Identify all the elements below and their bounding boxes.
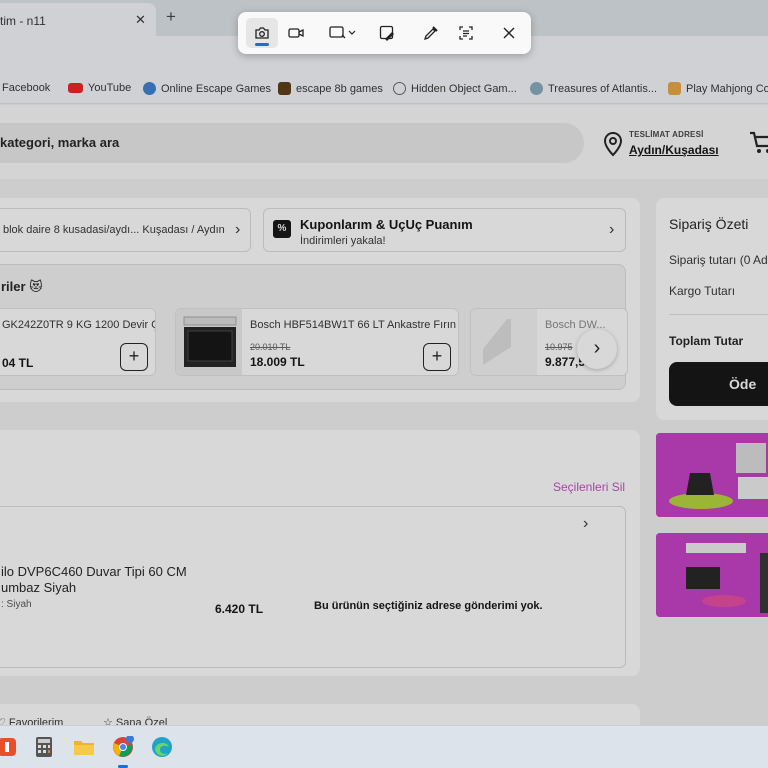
promo-banner-image [656,433,768,517]
new-tab-button[interactable]: + [166,7,176,27]
bookmark-hidden-object[interactable]: Hidden Object Gam... [393,82,517,95]
bookmark-label: YouTube [88,82,132,94]
delivery-label: TESLİMAT ADRESİ [629,130,704,139]
text-extract-icon [459,26,473,40]
basket-card: Seçilenleri Sil › ilo DVP6C460 Duvar Tip… [0,430,640,676]
summary-divider [669,314,768,315]
bookmark-mahjong[interactable]: Play Mahjong Co [668,82,768,95]
search-icon [393,82,406,95]
cart-icon[interactable] [748,129,768,155]
snip-shape-dropdown[interactable] [326,18,360,48]
product-old-price: 20.010 TL [250,342,291,352]
order-amount-label: Sipariş tutarı (0 Ad [669,253,768,267]
chevron-right-icon: › [235,221,241,238]
item-shipping-warning: Bu ürünün seçtiğiniz adrese gönderimi yo… [314,600,543,612]
promo-banner-image [656,533,768,617]
product-old-price: 10.975 [545,342,573,352]
address-text: blok daire 8 kusadasi/aydı... Kuşadası /… [3,224,225,236]
bookmark-youtube[interactable]: YouTube [68,82,131,94]
search-placeholder: kategori, marka ara [0,135,120,150]
product-name: Bosch HBF514BW1T 66 LT Ankastre Fırın [250,319,457,331]
coupons-subtitle: İndirimleri yakala! [300,235,386,247]
promo-banner[interactable] [656,433,768,517]
coupons-box[interactable]: % Kuponlarım & UçUç Puanım İndirimleri y… [263,208,626,252]
snip-edit-button[interactable] [371,18,403,48]
summary-title: Sipariş Özeti [669,216,749,232]
camera-icon [255,27,269,39]
add-to-cart-button[interactable]: + [120,343,148,371]
percent-icon: % [273,220,291,238]
product-price: 18.009 TL [250,355,305,369]
screenshot-mode-button[interactable] [246,18,278,48]
bookmark-label: Hidden Object Gam... [411,82,517,95]
bookmarks-bar: Facebook YouTube Online Escape Games esc… [0,74,768,104]
tab-title: tim - n11 [0,14,46,28]
browser-tab[interactable]: tim - n11 ✕ [0,3,156,36]
site-header: kategori, marka ara TESLİMAT ADRESİ Aydı… [0,105,768,179]
delete-selected-link[interactable]: Seçilenleri Sil [553,480,625,494]
edge-icon[interactable] [151,736,173,758]
image-edit-icon [379,25,394,41]
rectangle-snip-icon [329,26,356,39]
bookmark-treasures[interactable]: Treasures of Atlantis... [530,82,657,95]
add-to-cart-button[interactable]: + [423,343,451,371]
bookmark-label: escape 8b games [296,82,383,95]
chevron-right-icon[interactable]: › [583,515,588,533]
total-label: Toplam Tutar [669,334,744,348]
delivery-address-box[interactable]: blok daire 8 kusadasi/aydı... Kuşadası /… [0,208,251,252]
text-actions-button[interactable] [450,18,482,48]
hood-image [471,309,537,375]
close-snip-button[interactable] [493,18,525,48]
bookmark-label: Facebook [2,82,51,94]
video-mode-button[interactable] [280,18,312,48]
bookmark-label: Online Escape Games [161,82,272,95]
file-explorer-icon[interactable] [73,736,95,758]
bookmark-label: Treasures of Atlantis... [548,82,658,95]
product-name: GK242Z0TR 9 KG 1200 Devir Ç... [2,319,156,331]
globe-icon [143,82,156,95]
bookmark-escape-8b[interactable]: escape 8b games [278,82,383,95]
site-icon [530,82,543,95]
color-picker-button[interactable] [415,18,447,48]
chrome-icon[interactable] [112,736,134,758]
web-page: kategori, marka ara TESLİMAT ADRESİ Aydı… [0,105,768,734]
pay-button[interactable]: Öde [669,362,768,406]
product-card[interactable]: GK242Z0TR 9 KG 1200 Devir Ç... 04 TL + [0,308,156,376]
location-pin-icon[interactable] [602,131,624,157]
calculator-icon[interactable] [33,736,55,758]
video-camera-icon [288,28,304,38]
app-icon[interactable] [0,736,18,758]
windows-taskbar [0,725,768,768]
active-indicator [255,43,269,46]
bookmark-online-escape[interactable]: Online Escape Games [143,82,271,95]
recommendations-title: riler 😻 [1,279,43,294]
item-name[interactable]: ilo DVP6C460 Duvar Tipi 60 CM umbaz Siya… [1,564,221,596]
search-input[interactable]: kategori, marka ara [0,123,584,163]
basket-item: › ilo DVP6C460 Duvar Tipi 60 CM umbaz Si… [0,506,626,668]
tab-close-icon[interactable]: ✕ [135,12,146,28]
recommendations-panel: riler 😻 GK242Z0TR 9 KG 1200 Devir Ç... 0… [0,264,628,390]
chevron-right-icon: › [609,221,615,238]
youtube-icon [68,83,83,93]
oven-image [176,309,242,375]
shipping-label: Kargo Tutarı [669,284,736,298]
carousel-next-button[interactable]: › [577,329,617,369]
promo-banner[interactable] [656,533,768,617]
order-summary: Sipariş Özeti Sipariş tutarı (0 Ad Kargo… [656,198,768,420]
item-color: : Siyah [1,599,32,610]
product-card[interactable]: Bosch HBF514BW1T 66 LT Ankastre Fırın 20… [175,308,459,376]
product-price: 04 TL [2,356,34,370]
site-icon [668,82,681,95]
snipping-toolbar [238,12,531,54]
site-icon [278,82,291,95]
delivery-address-link[interactable]: Aydın/Kuşadası [629,143,719,157]
bookmark-label: Play Mahjong Co [686,82,768,95]
item-price: 6.420 TL [215,602,264,616]
bookmark-facebook[interactable]: Facebook [2,82,50,94]
eyedropper-icon [423,26,438,41]
coupons-title: Kuponlarım & UçUç Puanım [300,217,473,232]
close-icon [503,27,515,39]
